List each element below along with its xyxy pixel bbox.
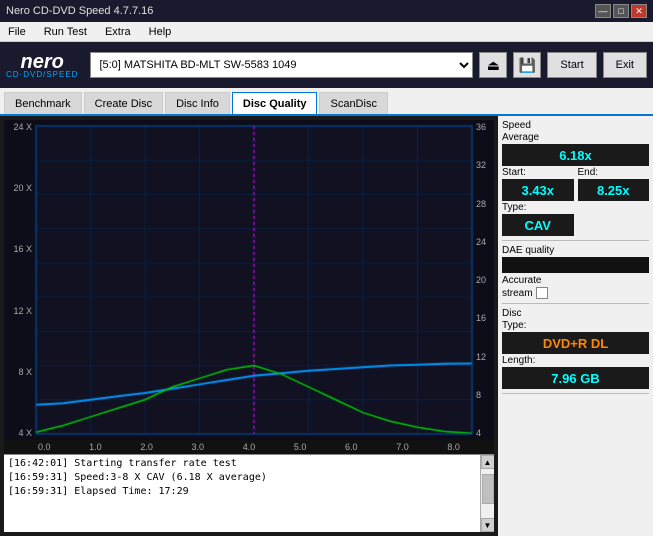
window-controls[interactable]: — □ ✕	[595, 4, 647, 18]
maximize-button[interactable]: □	[613, 4, 629, 18]
titlebar: Nero CD-DVD Speed 4.7.7.16 — □ ✕	[0, 0, 653, 22]
menu-file[interactable]: File	[4, 25, 30, 39]
log-line-2: [16:59:31] Elapsed Time: 17:29	[8, 485, 490, 499]
dae-section: DAE quality	[502, 245, 649, 273]
start-value: 3.43x	[502, 179, 574, 201]
log-line-0: [16:42:01] Starting transfer rate test	[8, 457, 490, 471]
minimize-button[interactable]: —	[595, 4, 611, 18]
speed-type-col: Type: CAV	[502, 202, 574, 236]
log-content: [16:42:01] Starting transfer rate test […	[4, 455, 494, 501]
dae-value	[502, 257, 649, 273]
accurate-checkbox[interactable]	[536, 287, 548, 299]
speed-section: Speed Average 6.18x Start: 3.43x End: 8.…	[502, 120, 649, 236]
tab-bar: Benchmark Create Disc Disc Info Disc Qua…	[0, 88, 653, 116]
toolbar: nero CD·DVD/SPEED [5:0] MATSHITA BD-MLT …	[0, 42, 653, 88]
end-value: 8.25x	[578, 179, 650, 201]
tab-scan-disc[interactable]: ScanDisc	[319, 92, 387, 114]
tab-create-disc[interactable]: Create Disc	[84, 92, 163, 114]
menubar: File Run Test Extra Help	[0, 22, 653, 42]
average-label: Average	[502, 132, 649, 143]
menu-run-test[interactable]: Run Test	[40, 25, 91, 39]
tab-disc-info[interactable]: Disc Info	[165, 92, 230, 114]
tab-benchmark[interactable]: Benchmark	[4, 92, 82, 114]
chart-container: 24 X 20 X 16 X 12 X 8 X 4 X 36 32 28 24 …	[4, 120, 494, 440]
disc-type-label: Type:	[502, 320, 649, 331]
speed-empty-col	[578, 202, 650, 236]
length-label: Length:	[502, 355, 649, 366]
scroll-track[interactable]	[481, 469, 495, 518]
disc-label: Disc	[502, 308, 649, 319]
speed-start-col: Start: 3.43x	[502, 167, 574, 201]
end-label: End:	[578, 167, 650, 178]
scroll-up-button[interactable]: ▲	[481, 455, 495, 469]
scroll-down-button[interactable]: ▼	[481, 518, 495, 532]
chart-canvas	[4, 120, 494, 440]
exit-button[interactable]: Exit	[603, 52, 647, 78]
right-panel: Speed Average 6.18x Start: 3.43x End: 8.…	[498, 116, 653, 536]
log-area: [16:42:01] Starting transfer rate test […	[4, 454, 494, 532]
logo-nero: nero	[21, 52, 64, 72]
eject-button[interactable]: ⏏	[479, 52, 507, 78]
divider-3	[502, 393, 649, 394]
length-value: 7.96 GB	[502, 367, 649, 389]
disc-type-value: DVD+R DL	[502, 332, 649, 354]
speed-label: Speed	[502, 120, 649, 131]
start-label: Start:	[502, 167, 574, 178]
accurate-row: Accurate	[502, 275, 649, 286]
start-button[interactable]: Start	[547, 52, 596, 78]
tab-disc-quality[interactable]: Disc Quality	[232, 92, 318, 114]
close-button[interactable]: ✕	[631, 4, 647, 18]
log-scrollbar[interactable]: ▲ ▼	[480, 455, 494, 532]
divider-2	[502, 303, 649, 304]
accurate-label: Accurate	[502, 275, 541, 286]
disc-section: Disc Type: DVD+R DL Length: 7.96 GB	[502, 308, 649, 389]
speed-end-col: End: 8.25x	[578, 167, 650, 201]
menu-extra[interactable]: Extra	[101, 25, 135, 39]
logo-subtitle: CD·DVD/SPEED	[6, 70, 78, 79]
average-value: 6.18x	[502, 144, 649, 166]
drive-select[interactable]: [5:0] MATSHITA BD-MLT SW-5583 1049	[90, 52, 473, 78]
speed-start-end-row: Start: 3.43x End: 8.25x	[502, 167, 649, 201]
divider-1	[502, 240, 649, 241]
chart-area: 24 X 20 X 16 X 12 X 8 X 4 X 36 32 28 24 …	[0, 116, 498, 536]
accurate-section: Accurate stream	[502, 275, 649, 299]
accurate-stream-row: stream	[502, 287, 649, 299]
menu-help[interactable]: Help	[145, 25, 176, 39]
log-line-1: [16:59:31] Speed:3-8 X CAV (6.18 X avera…	[8, 471, 490, 485]
type-label: Type:	[502, 202, 574, 213]
logo: nero CD·DVD/SPEED	[6, 52, 78, 79]
type-value: CAV	[502, 214, 574, 236]
save-button[interactable]: 💾	[513, 52, 541, 78]
dae-label: DAE quality	[502, 245, 649, 256]
speed-type-row: Type: CAV	[502, 202, 649, 236]
accurate-sublabel: stream	[502, 288, 533, 299]
app-title: Nero CD-DVD Speed 4.7.7.16	[6, 5, 153, 17]
main-content: 24 X 20 X 16 X 12 X 8 X 4 X 36 32 28 24 …	[0, 116, 653, 536]
scroll-thumb[interactable]	[482, 474, 494, 504]
x-axis: 0.0 1.0 2.0 3.0 4.0 5.0 6.0 7.0 8.0	[4, 440, 494, 454]
